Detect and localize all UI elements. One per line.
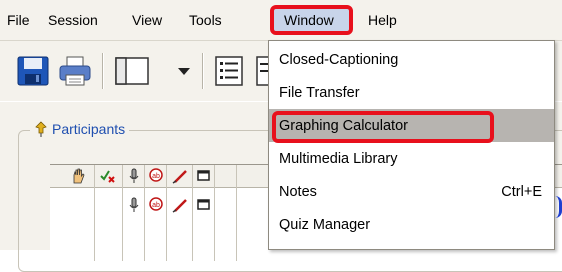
menu-help[interactable]: Help [366,10,399,30]
menu-view[interactable]: View [130,10,164,30]
menu-window[interactable]: Window [282,10,336,30]
grid-divider [122,165,123,261]
grid-divider [94,165,95,261]
mic-icon[interactable] [126,168,142,184]
list-icon[interactable] [214,55,244,87]
menu-item-file-transfer[interactable]: File Transfer [269,76,554,109]
toolbar-separator-2 [202,53,204,89]
mic-icon[interactable] [126,197,142,213]
menu-file[interactable]: File [5,10,32,30]
chevron-down-icon[interactable] [176,55,192,87]
participants-header[interactable]: Participants [30,119,130,139]
window-menu-dropdown: Closed-Captioning File Transfer Graphing… [268,40,555,250]
menu-item-label: Closed-Captioning [279,52,399,68]
pin-icon [34,121,48,137]
pen-icon[interactable] [172,197,188,213]
check-x-icon[interactable] [100,168,116,184]
menu-item-quiz-manager[interactable]: Quiz Manager [269,208,554,241]
screen-icon[interactable] [196,168,212,184]
menu-item-label: Notes [279,184,317,200]
menu-item-shortcut: Ctrl+E [501,184,542,200]
menu-item-notes[interactable]: Notes Ctrl+E [269,175,554,208]
selection-highlight-outline [272,111,494,143]
menu-item-label: Multimedia Library [279,151,398,167]
grid-divider [166,165,167,261]
svg-text:ab: ab [152,173,160,180]
svg-text:ab: ab [152,202,160,209]
menu-bar: File Session View Tools Window Help [0,0,562,41]
grid-divider [236,165,237,261]
menu-tools[interactable]: Tools [187,10,224,30]
menu-item-closed-captioning[interactable]: Closed-Captioning [269,43,554,76]
raise-hand-icon[interactable] [70,168,86,184]
menu-item-label: Quiz Manager [279,217,371,233]
toolbar-separator [102,53,104,89]
chat-icon[interactable]: ab [148,197,164,213]
save-icon[interactable] [16,55,50,87]
pen-icon[interactable] [172,168,188,184]
screen-icon[interactable] [196,197,212,213]
print-icon[interactable] [58,55,92,87]
menu-item-label: File Transfer [279,85,360,101]
menu-session[interactable]: Session [46,10,100,30]
layout-icon[interactable] [114,55,154,87]
edge-bracket [555,196,562,218]
grid-divider [144,165,145,261]
chat-icon[interactable]: ab [148,168,164,184]
grid-divider [192,165,193,261]
grid-divider [214,165,215,261]
menu-item-multimedia-library[interactable]: Multimedia Library [269,142,554,175]
participants-label: Participants [52,121,126,137]
